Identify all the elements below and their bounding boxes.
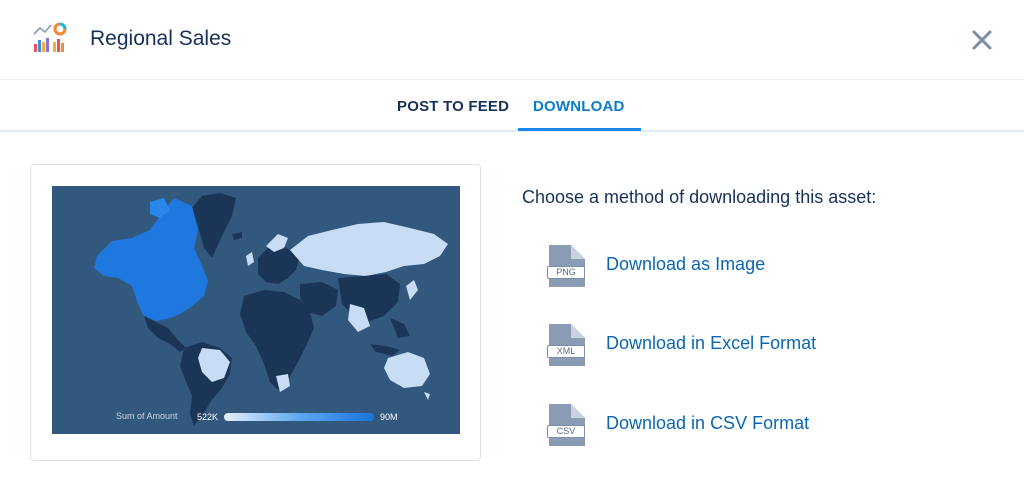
tab-post-to-feed[interactable]: POST TO FEED	[397, 98, 509, 115]
file-xml-icon: XML	[545, 322, 589, 368]
file-ext-label: XML	[547, 345, 585, 358]
close-icon[interactable]	[966, 24, 998, 56]
dialog-header: Regional Sales	[0, 0, 1024, 80]
file-csv-icon: CSV	[545, 402, 589, 448]
world-map-image	[94, 193, 448, 426]
download-csv-option[interactable]: CSV Download in CSV Format	[545, 402, 905, 450]
download-image-link[interactable]: Download as Image	[606, 254, 765, 275]
legend-title: Sum of Amount	[116, 411, 178, 421]
download-image-option[interactable]: PNG Download as Image	[545, 243, 905, 291]
world-map-preview: Sum of Amount 522K 90M	[52, 186, 460, 434]
dashboard-chart-icon	[32, 20, 68, 56]
legend-max-value: 90M	[380, 412, 398, 422]
file-ext-label: CSV	[547, 425, 585, 438]
active-tab-indicator	[518, 128, 641, 131]
download-excel-option[interactable]: XML Download in Excel Format	[545, 322, 905, 370]
download-csv-link[interactable]: Download in CSV Format	[606, 413, 809, 434]
dialog-title: Regional Sales	[90, 27, 232, 50]
legend-min-value: 522K	[197, 412, 219, 422]
asset-preview-card: Sum of Amount 522K 90M	[30, 164, 481, 461]
download-instructions: Choose a method of downloading this asse…	[522, 187, 877, 207]
legend-gradient-bar	[224, 413, 374, 421]
tab-download[interactable]: DOWNLOAD	[533, 98, 625, 115]
file-png-icon: PNG	[545, 243, 589, 289]
download-excel-link[interactable]: Download in Excel Format	[606, 333, 816, 354]
tab-bar: POST TO FEED DOWNLOAD	[0, 80, 1024, 132]
file-ext-label: PNG	[547, 266, 585, 279]
